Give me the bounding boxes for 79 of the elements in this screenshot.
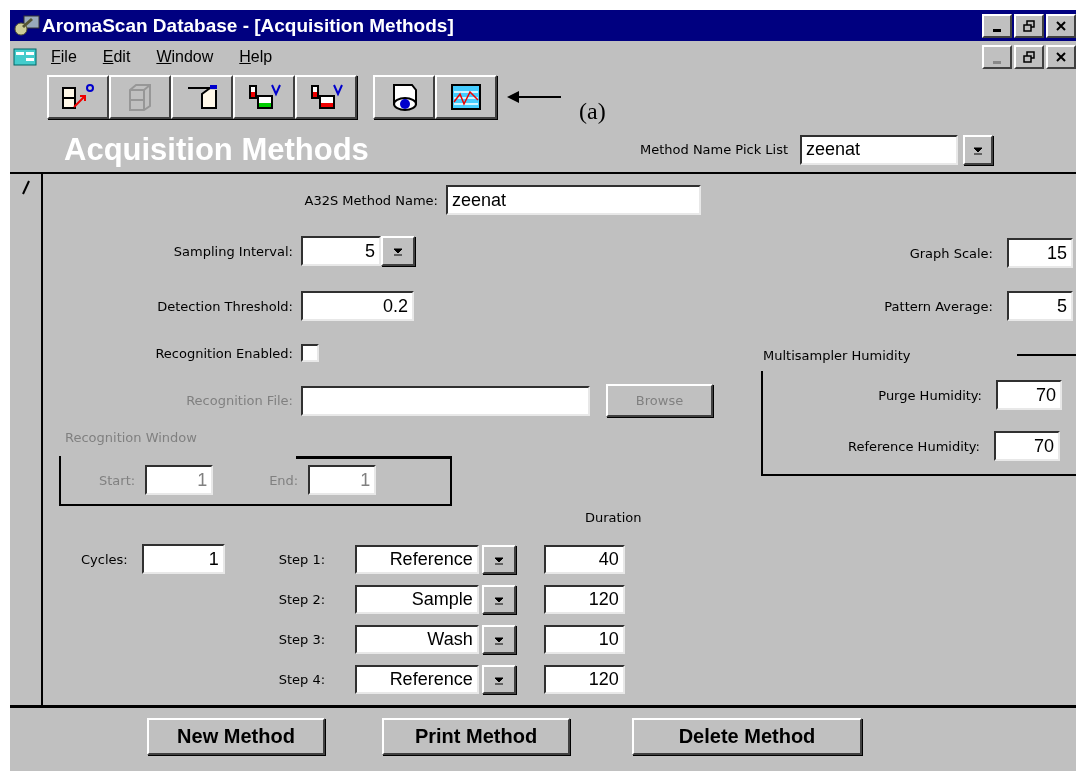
step-type-field[interactable]: Sample xyxy=(354,585,479,614)
step-type-field[interactable]: Reference xyxy=(354,665,479,694)
restore-button[interactable] xyxy=(1014,45,1044,69)
field-label: End: xyxy=(269,472,299,488)
close-icon xyxy=(1054,50,1068,64)
step-type-field[interactable]: Reference xyxy=(354,545,479,574)
field-label: Sampling Interval: xyxy=(172,243,293,259)
help-tool-button[interactable] xyxy=(47,75,109,119)
pencil-icon xyxy=(20,180,31,196)
restore-icon xyxy=(1022,50,1036,64)
field-label: A32S Method Name: xyxy=(303,192,438,208)
sampling-interval-field[interactable]: 5 xyxy=(301,236,381,266)
duration-field[interactable]: 120 xyxy=(543,665,625,694)
dropdown-button[interactable] xyxy=(963,134,994,165)
field-label: Step 1: xyxy=(278,552,327,567)
minimize-button[interactable] xyxy=(982,13,1012,38)
screen-title: Acquisition Methods xyxy=(64,131,370,168)
vials-icon xyxy=(246,82,282,112)
column-heading: Duration xyxy=(585,510,643,526)
field-label: Recognition Enabled: xyxy=(154,345,293,361)
view-tool-button[interactable] xyxy=(373,75,435,119)
close-button[interactable] xyxy=(1046,13,1076,38)
reference-humidity-field[interactable]: 70 xyxy=(994,431,1060,461)
field-label: Method Name Pick List xyxy=(640,142,789,157)
field-label: Detection Threshold: xyxy=(156,298,293,314)
field-label: Graph Scale: xyxy=(908,245,993,261)
purge-humidity-field[interactable]: 70 xyxy=(996,380,1062,410)
duration-field[interactable]: 10 xyxy=(543,625,625,654)
minimize-icon xyxy=(993,60,1001,64)
field-label: Step 3: xyxy=(278,632,327,647)
method-button[interactable]: Delete Method xyxy=(632,718,862,755)
restore-icon xyxy=(1022,18,1036,33)
duration-field[interactable]: 120 xyxy=(543,585,625,614)
step-type-field[interactable]: Wash xyxy=(354,625,479,654)
vials-icon xyxy=(308,82,344,112)
cycles-field[interactable]: 1 xyxy=(141,544,225,574)
detection-threshold-field[interactable]: 0.2 xyxy=(301,291,414,321)
menu-item[interactable]: Window xyxy=(156,48,214,66)
close-icon xyxy=(1054,18,1068,33)
graph-icon xyxy=(448,82,484,112)
field-label: Step 2: xyxy=(278,592,327,607)
pattern-average-field[interactable]: 5 xyxy=(1007,291,1073,321)
pick-list-field[interactable]: zeenat xyxy=(800,134,959,165)
menu-item[interactable]: Edit xyxy=(102,48,131,66)
graph-scale-field[interactable]: 15 xyxy=(1007,238,1073,268)
field-label: Cycles: xyxy=(81,551,128,567)
folder-tool-button[interactable] xyxy=(171,75,233,119)
dropdown-button[interactable] xyxy=(481,545,516,574)
field-label: Purge Humidity: xyxy=(877,387,982,403)
document-icon[interactable] xyxy=(13,48,37,66)
minimize-icon xyxy=(993,29,1001,32)
checkbox[interactable] xyxy=(301,344,319,362)
group-title: Recognition Window xyxy=(65,430,198,446)
field-label: Pattern Average: xyxy=(883,298,993,314)
restore-button[interactable] xyxy=(1014,13,1044,38)
recognition-file-field[interactable] xyxy=(301,385,590,416)
dropdown-button[interactable] xyxy=(481,625,516,654)
field-label: Start: xyxy=(99,472,136,488)
dropdown-button[interactable] xyxy=(381,236,415,266)
pointer-arrow xyxy=(507,90,563,104)
graph-tool-button[interactable] xyxy=(435,75,497,119)
menu-item[interactable]: Help xyxy=(239,48,273,66)
close-button[interactable] xyxy=(1046,45,1076,69)
group-title: Multisampler Humidity xyxy=(763,347,911,363)
key-icon xyxy=(14,14,40,37)
dropdown-button[interactable] xyxy=(481,665,516,694)
method-button[interactable]: Print Method xyxy=(382,718,570,755)
field-label: Step 4: xyxy=(278,672,327,687)
method-name-field[interactable]: zeenat xyxy=(446,185,701,215)
dropdown-button[interactable] xyxy=(481,585,516,614)
annotation-label: (a) xyxy=(579,97,606,125)
menu-item[interactable]: File xyxy=(51,48,77,66)
window-title: AromaScan Database - [Acquisition Methods] xyxy=(42,14,454,37)
box-arrow-icon xyxy=(60,82,96,112)
method-button[interactable]: New Method xyxy=(147,718,325,755)
field-label: Reference Humidity: xyxy=(847,438,980,454)
duration-field[interactable]: 40 xyxy=(543,545,625,574)
dropdown-arrow-icon xyxy=(392,245,404,257)
field-label: Recognition File: xyxy=(185,393,293,408)
